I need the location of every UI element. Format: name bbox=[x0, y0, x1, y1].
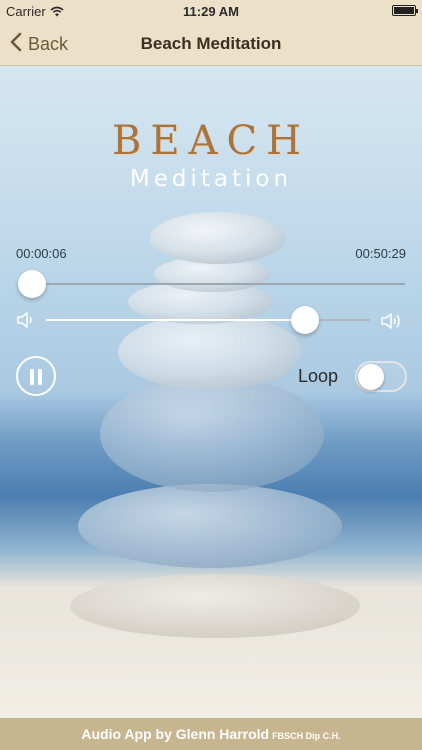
status-time: 11:29 AM bbox=[183, 4, 239, 19]
footer: Audio App by Glenn Harrold FBSCH Dip C.H. bbox=[0, 718, 422, 750]
artwork-subtitle: Meditation bbox=[129, 166, 293, 192]
player-area: BEACH Meditation 00:00:06 00:50:29 Loop bbox=[0, 66, 422, 718]
navigation-bar: Back Beach Meditation bbox=[0, 22, 422, 66]
status-bar: Carrier 11:29 AM bbox=[0, 0, 422, 22]
pause-bar-right bbox=[38, 369, 42, 385]
loop-toggle-knob bbox=[358, 364, 384, 390]
volume-fill bbox=[46, 319, 306, 321]
loop-toggle[interactable] bbox=[355, 361, 407, 392]
battery-icon bbox=[392, 5, 418, 16]
volume-high-icon bbox=[380, 310, 406, 337]
footer-credentials: FBSCH Dip C.H. bbox=[272, 731, 341, 741]
progress-thumb[interactable] bbox=[17, 270, 46, 298]
loop-label: Loop bbox=[298, 366, 339, 386]
artwork-title: BEACH bbox=[112, 118, 310, 164]
elapsed-time: 00:00:06 bbox=[16, 246, 67, 261]
pause-bar-left bbox=[30, 369, 34, 385]
progress-track[interactable] bbox=[30, 283, 405, 285]
page-title: Beach Meditation bbox=[140, 34, 282, 53]
pause-button[interactable] bbox=[16, 356, 56, 396]
volume-thumb[interactable] bbox=[291, 306, 320, 334]
total-duration: 00:50:29 bbox=[355, 246, 406, 261]
volume-low-icon bbox=[16, 310, 38, 335]
footer-text: Audio App by Glenn Harrold bbox=[81, 726, 270, 742]
